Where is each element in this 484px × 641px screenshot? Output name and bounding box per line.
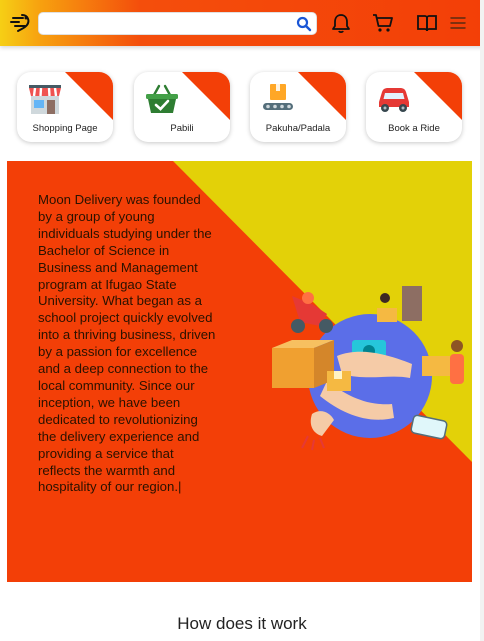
service-label: Pabili: [170, 123, 194, 134]
top-navbar: [0, 0, 484, 46]
service-card-pabili[interactable]: Pabili: [134, 72, 230, 142]
store-icon: [29, 85, 61, 114]
service-label: Pakuha/Padala: [265, 123, 331, 134]
about-paragraph: Moon Delivery was founded by a group of …: [38, 192, 216, 495]
search-bar[interactable]: [38, 12, 317, 35]
car-icon: [379, 88, 409, 112]
book-icon[interactable]: [416, 12, 438, 34]
basket-icon: [146, 84, 178, 113]
card-corner-decoration: [414, 72, 462, 120]
card-corner-decoration: [298, 72, 346, 120]
scrollbar[interactable]: [480, 0, 484, 641]
service-label: Shopping Page: [32, 123, 98, 134]
service-card-pakuha-padala[interactable]: Pakuha/Padala: [250, 72, 346, 142]
menu-icon[interactable]: [449, 12, 467, 34]
logo-icon[interactable]: [9, 11, 33, 35]
services-row: Shopping Page Pabili Pakuha/Padala Book …: [0, 72, 484, 144]
conveyor-box-icon: [263, 84, 293, 110]
how-it-works-title: How does it work: [177, 614, 307, 633]
service-label: Book a Ride: [388, 123, 440, 134]
bell-icon[interactable]: [330, 12, 352, 34]
service-card-book-a-ride[interactable]: Book a Ride: [366, 72, 462, 142]
service-card-shopping-page[interactable]: Shopping Page: [17, 72, 113, 142]
card-corner-decoration: [65, 72, 113, 120]
search-input[interactable]: [45, 15, 285, 33]
card-corner-decoration: [182, 72, 230, 120]
delivery-illustration: [272, 286, 464, 451]
cart-icon[interactable]: [372, 12, 394, 34]
search-icon[interactable]: [296, 16, 312, 32]
about-section: Moon Delivery was founded by a group of …: [7, 161, 472, 582]
